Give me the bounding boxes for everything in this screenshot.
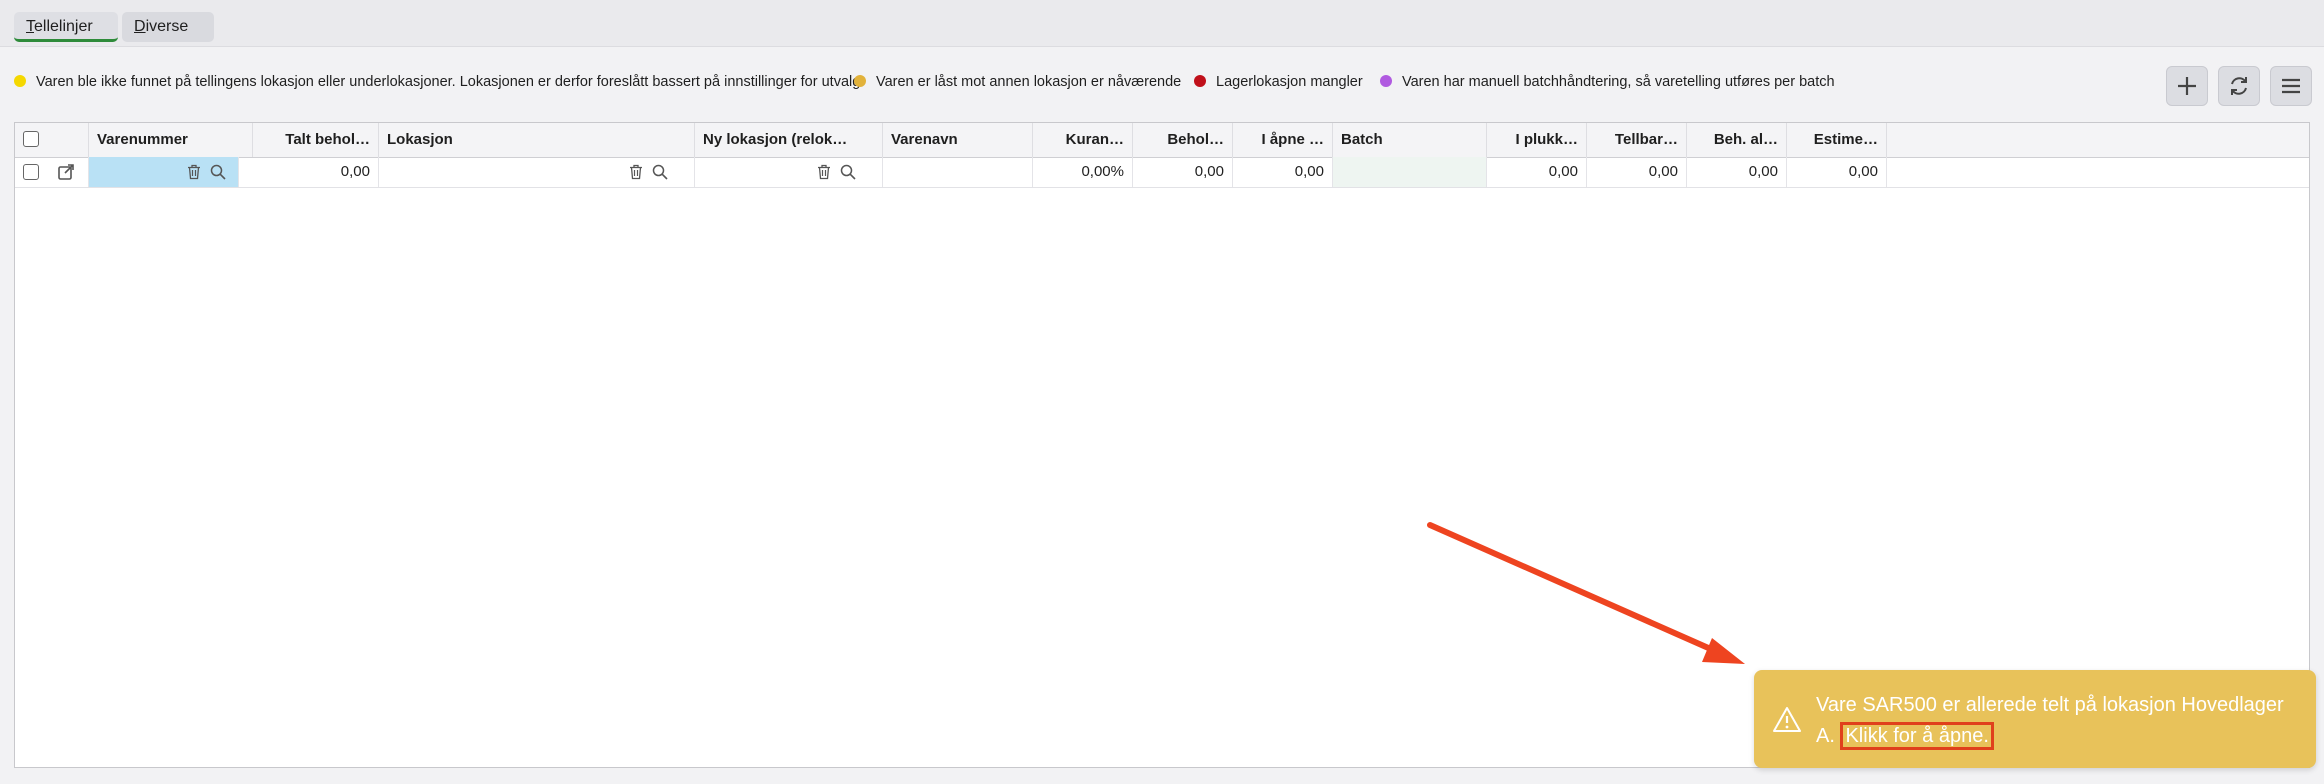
- status-legend: Varen ble ikke funnet på tellingens loka…: [0, 58, 2324, 114]
- amber-dot-icon: [854, 75, 866, 87]
- varenavn-cell: [883, 157, 1033, 187]
- col-header-batch[interactable]: Batch: [1333, 123, 1487, 157]
- add-button[interactable]: [2166, 66, 2208, 106]
- i-plukk-cell: 0,00: [1487, 157, 1587, 187]
- legend-item-locked: Varen er låst mot annen lokasjon er nåvæ…: [854, 74, 1181, 90]
- talt-beholdning-cell[interactable]: 0,00: [239, 157, 379, 187]
- toast-message-wrapper: Vare SAR500 er allerede telt på lokasjon…: [1816, 690, 2296, 752]
- tab-diverse-label: iverse: [145, 18, 189, 35]
- trash-icon[interactable]: [817, 164, 831, 180]
- trash-icon[interactable]: [629, 164, 643, 180]
- tab-diverse[interactable]: Diverse: [122, 12, 214, 42]
- toast-open-link[interactable]: Klikk for å åpne.: [1840, 722, 1994, 750]
- tab-tellelinjer[interactable]: Tellelinjer: [14, 12, 118, 42]
- search-icon[interactable]: [210, 164, 226, 180]
- legend-text: Varen har manuell batchhåndtering, så va…: [1402, 74, 1835, 90]
- grid-header: Varenummer Talt behol… Lokasjon Ny lokas…: [15, 123, 2309, 158]
- row-checkbox[interactable]: [23, 164, 39, 180]
- col-header-estimert[interactable]: Estime…: [1787, 123, 1887, 157]
- warning-icon: [1773, 707, 1801, 732]
- red-dot-icon: [1194, 75, 1206, 87]
- col-header-varenummer[interactable]: Varenummer: [89, 123, 253, 157]
- purple-dot-icon: [1380, 75, 1392, 87]
- beholdning-cell: 0,00: [1133, 157, 1233, 187]
- col-header-ny-lokasjon[interactable]: Ny lokasjon (relok…: [695, 123, 883, 157]
- i-apne-cell: 0,00: [1233, 157, 1333, 187]
- col-header-beh-al[interactable]: Beh. al…: [1687, 123, 1787, 157]
- search-icon[interactable]: [652, 164, 668, 180]
- menu-button[interactable]: [2270, 66, 2312, 106]
- table-row[interactable]: 0,00 0,00% 0,00 0,00 0,00 0,00 0,00 0,00: [15, 157, 2309, 188]
- beh-al-cell: 0,00: [1687, 157, 1787, 187]
- select-all-checkbox[interactable]: [23, 131, 39, 147]
- select-all-cell: [15, 123, 89, 157]
- tab-diverse-mnemonic: D: [134, 18, 146, 35]
- col-header-kurans[interactable]: Kuran…: [1033, 123, 1133, 157]
- col-header-talt-beholdning[interactable]: Talt behol…: [253, 123, 379, 157]
- col-header-i-apne[interactable]: I åpne …: [1233, 123, 1333, 157]
- col-header-i-plukk[interactable]: I plukk…: [1487, 123, 1587, 157]
- tab-tellelinjer-mnemonic: T: [26, 18, 34, 35]
- legend-item-missing-location: Lagerlokasjon mangler: [1194, 74, 1363, 90]
- col-header-lokasjon[interactable]: Lokasjon: [379, 123, 695, 157]
- open-external-icon[interactable]: [57, 163, 75, 181]
- batch-cell[interactable]: [1333, 157, 1487, 187]
- row-actions-cell: [15, 157, 89, 187]
- refresh-icon: [2231, 77, 2247, 95]
- hamburger-menu-icon: [2282, 78, 2300, 94]
- legend-item-manual-batch: Varen har manuell batchhåndtering, så va…: [1380, 74, 1835, 90]
- kurans-cell: 0,00%: [1033, 157, 1133, 187]
- refresh-button[interactable]: [2218, 66, 2260, 106]
- search-icon[interactable]: [840, 164, 856, 180]
- legend-text: Lagerlokasjon mangler: [1216, 74, 1363, 90]
- tellbar-cell: 0,00: [1587, 157, 1687, 187]
- toast-notification[interactable]: Vare SAR500 er allerede telt på lokasjon…: [1754, 670, 2316, 768]
- tab-tellelinjer-label: ellelinjer: [34, 18, 93, 35]
- plus-icon: [2178, 77, 2196, 95]
- col-header-beholdning[interactable]: Behol…: [1133, 123, 1233, 157]
- trash-icon[interactable]: [187, 164, 201, 180]
- lokasjon-input[interactable]: [379, 157, 695, 187]
- legend-text: Varen er låst mot annen lokasjon er nåvæ…: [876, 74, 1182, 90]
- legend-item-not-found: Varen ble ikke funnet på tellingens loka…: [14, 74, 860, 90]
- legend-text: Varen ble ikke funnet på tellingens loka…: [36, 74, 861, 90]
- tab-bar: Tellelinjer Diverse: [0, 0, 2324, 47]
- estimert-cell: 0,00: [1787, 157, 1887, 187]
- col-header-varenavn[interactable]: Varenavn: [883, 123, 1033, 157]
- yellow-dot-icon: [14, 75, 26, 87]
- col-header-tellbar[interactable]: Tellbar…: [1587, 123, 1687, 157]
